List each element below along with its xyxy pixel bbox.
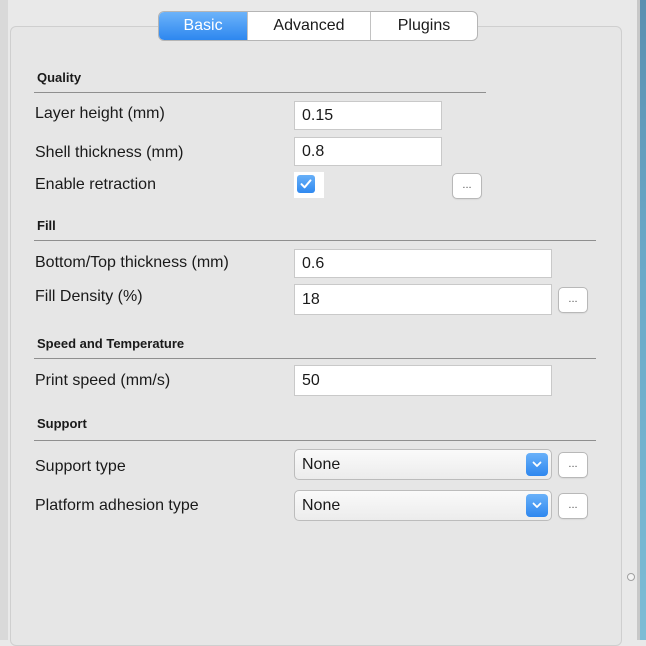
settings-tabs: Basic Advanced Plugins	[158, 11, 478, 41]
section-divider-fill	[34, 240, 596, 241]
viewport-edge	[640, 0, 646, 640]
enable-retraction-label: Enable retraction	[35, 176, 156, 193]
print-speed-label: Print speed (mm/s)	[35, 372, 171, 389]
bottom-top-thickness-label: Bottom/Top thickness (mm)	[35, 254, 229, 271]
shell-thickness-input[interactable]: 0.8	[294, 137, 442, 166]
bottom-top-thickness-input[interactable]: 0.6	[294, 249, 552, 278]
section-title-support: Support	[37, 416, 87, 431]
support-type-dropdown-arrow[interactable]	[526, 453, 548, 476]
support-type-more-button[interactable]: ...	[558, 452, 588, 478]
tab-advanced[interactable]: Advanced	[247, 12, 370, 40]
layer-height-input[interactable]: 0.15	[294, 101, 442, 130]
checkmark-icon	[300, 179, 312, 189]
platform-adhesion-dropdown-arrow[interactable]	[526, 494, 548, 517]
platform-adhesion-value: None	[302, 497, 341, 514]
splitter-handle-icon[interactable]	[627, 573, 635, 581]
tab-basic[interactable]: Basic	[159, 12, 247, 40]
chevron-down-icon	[532, 461, 542, 467]
retraction-more-button[interactable]: ...	[452, 173, 482, 199]
fill-density-input[interactable]: 18	[294, 284, 552, 315]
print-speed-input[interactable]: 50	[294, 365, 552, 396]
tab-plugins[interactable]: Plugins	[370, 12, 477, 40]
section-title-speed: Speed and Temperature	[37, 336, 185, 351]
platform-adhesion-more-button[interactable]: ...	[558, 493, 588, 519]
section-divider-speed	[34, 358, 596, 359]
platform-adhesion-select[interactable]: None	[294, 490, 552, 521]
support-type-label: Support type	[35, 458, 126, 475]
fill-density-label: Fill Density (%)	[35, 288, 143, 305]
support-type-select[interactable]: None	[294, 449, 552, 480]
layer-height-label: Layer height (mm)	[35, 105, 165, 122]
platform-adhesion-label: Platform adhesion type	[35, 497, 199, 514]
section-divider-support	[34, 440, 596, 441]
window-edge-left	[0, 0, 8, 640]
support-type-value: None	[302, 456, 341, 473]
shell-thickness-label: Shell thickness (mm)	[35, 144, 184, 161]
enable-retraction-checkbox-container	[294, 172, 324, 198]
fill-density-more-button[interactable]: ...	[558, 287, 588, 313]
chevron-down-icon	[532, 502, 542, 508]
section-title-quality: Quality	[37, 70, 82, 85]
section-divider-quality	[34, 92, 486, 93]
enable-retraction-checkbox[interactable]	[297, 175, 315, 193]
section-title-fill: Fill	[37, 218, 56, 233]
